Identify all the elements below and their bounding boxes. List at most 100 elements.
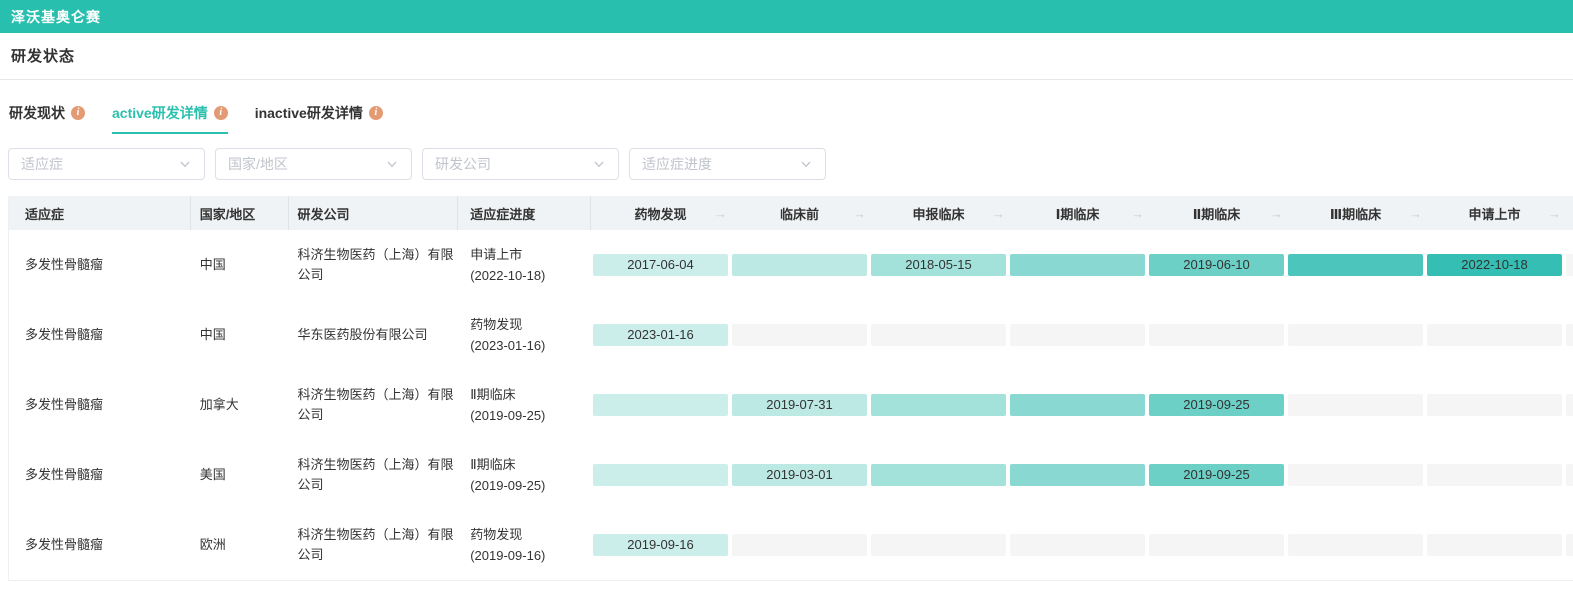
column-header-progress: 适应症进度 — [458, 196, 591, 230]
region-cell: 中国 — [191, 300, 289, 370]
indication-cell: 多发性骨髓瘤 — [9, 300, 191, 370]
stage-cell — [591, 464, 730, 486]
stage-cell — [1008, 394, 1147, 416]
indication-cell: 多发性骨髓瘤 — [9, 230, 191, 300]
stage-bar-empty — [1149, 534, 1284, 556]
stage-cell — [869, 534, 1008, 556]
stage-bar-filled: 2022-10-18 — [1427, 254, 1562, 276]
stage-header-label: 申请上市 — [1468, 204, 1520, 223]
stage-cell — [1564, 324, 1573, 346]
stage-cell — [1564, 394, 1573, 416]
stage-cell: 2019-09-25 — [1147, 464, 1286, 486]
stage-header-clipped — [1564, 196, 1573, 230]
info-icon[interactable]: i — [214, 106, 228, 120]
chevron-down-icon — [178, 157, 192, 171]
stage-bar-empty — [1566, 324, 1573, 346]
stage-cell — [1286, 464, 1425, 486]
stage-bar-empty — [1427, 534, 1562, 556]
select-placeholder: 研发公司 — [435, 154, 592, 174]
tab-label: 研发现状 — [9, 103, 65, 123]
stage-cell: 2019-07-31 — [730, 394, 869, 416]
table-row: 多发性骨髓瘤 欧洲 科济生物医药（上海）有限公司 药物发现 (2019-09-1… — [9, 510, 1573, 580]
stage-bar-empty — [1149, 324, 1284, 346]
arrow-right-icon: → — [853, 206, 866, 221]
indication-cell: 多发性骨髓瘤 — [9, 510, 191, 580]
tab-active-rd-details[interactable]: active研发详情 i — [112, 103, 228, 134]
tab-rd-overview[interactable]: 研发现状 i — [9, 103, 85, 134]
stage-header-label: 药物发现 — [634, 204, 686, 223]
company-cell: 科济生物医药（上海）有限公司 — [289, 370, 459, 440]
stage-header-nda-filed: 申请上市 → — [1425, 196, 1564, 230]
stage-cell — [869, 464, 1008, 486]
stage-bar-empty — [1427, 324, 1562, 346]
stage-cell — [1286, 394, 1425, 416]
stage-cell — [1425, 394, 1564, 416]
stage-bar-filled — [1010, 254, 1145, 276]
stage-cell — [1286, 534, 1425, 556]
stage-cell — [1008, 254, 1147, 276]
stage-bar-empty — [1010, 324, 1145, 346]
stage-bar-filled — [1010, 464, 1145, 486]
info-icon[interactable]: i — [71, 106, 85, 120]
stage-header-label: Ⅲ期临床 — [1330, 204, 1381, 223]
stage-header-label: 临床前 — [780, 204, 819, 223]
region-cell: 美国 — [191, 440, 289, 510]
indication-cell: 多发性骨髓瘤 — [9, 370, 191, 440]
chevron-down-icon — [799, 157, 813, 171]
stage-cell: 2019-09-16 — [591, 534, 730, 556]
stage-bar-filled — [871, 464, 1006, 486]
stage-bar-empty — [1427, 464, 1562, 486]
page: 泽沃基奥仑赛 研发状态 研发现状 i active研发详情 i inactive… — [0, 0, 1573, 591]
region-cell: 加拿大 — [191, 370, 289, 440]
progress-cell: 药物发现 (2019-09-16) — [458, 510, 591, 580]
progress-cell: Ⅱ期临床 (2019-09-25) — [458, 440, 591, 510]
progress-stage: Ⅱ期临床 — [470, 454, 545, 475]
stage-header-ind-filing: 申报临床 → — [869, 196, 1008, 230]
stage-bar-empty — [1010, 534, 1145, 556]
stage-bars: 2023-01-16 — [591, 300, 1573, 370]
table-row: 多发性骨髓瘤 中国 华东医药股份有限公司 药物发现 (2023-01-16) 2… — [9, 300, 1573, 370]
stage-cell: 2019-03-01 — [730, 464, 869, 486]
stage-bar-filled: 2019-09-16 — [593, 534, 728, 556]
stage-cell — [1147, 324, 1286, 346]
select-placeholder: 适应症 — [21, 154, 178, 174]
stage-cell — [1008, 464, 1147, 486]
progress-filter-select[interactable]: 适应症进度 — [629, 148, 826, 180]
region-filter-select[interactable]: 国家/地区 — [215, 148, 412, 180]
stage-bars: 2019-09-16 — [591, 510, 1573, 580]
stage-bar-filled: 2019-03-01 — [732, 464, 867, 486]
stage-bar-filled: 2019-09-25 — [1149, 464, 1284, 486]
stage-cell — [1564, 254, 1573, 276]
stage-bar-empty — [1566, 394, 1573, 416]
progress-stage: 药物发现 — [470, 524, 545, 545]
stage-cell: 2023-01-16 — [591, 324, 730, 346]
arrow-right-icon: → — [1131, 206, 1144, 221]
stage-cell — [1564, 464, 1573, 486]
stage-cell — [730, 324, 869, 346]
arrow-right-icon: → — [1270, 206, 1283, 221]
tab-inactive-rd-details[interactable]: inactive研发详情 i — [255, 103, 383, 134]
stage-bar-empty — [871, 534, 1006, 556]
chevron-down-icon — [385, 157, 399, 171]
company-filter-select[interactable]: 研发公司 — [422, 148, 619, 180]
stage-bar-filled — [593, 464, 728, 486]
stage-cell — [1425, 534, 1564, 556]
progress-cell: Ⅱ期临床 (2019-09-25) — [458, 370, 591, 440]
stage-cell: 2017-06-04 — [591, 254, 730, 276]
stage-bar-filled — [732, 254, 867, 276]
table-row: 多发性骨髓瘤 美国 科济生物医药（上海）有限公司 Ⅱ期临床 (2019-09-2… — [9, 440, 1573, 510]
stage-cell — [730, 254, 869, 276]
indication-filter-select[interactable]: 适应症 — [8, 148, 205, 180]
stage-cell: 2018-05-15 — [869, 254, 1008, 276]
stage-cell — [1286, 324, 1425, 346]
stage-bar-empty — [1427, 394, 1562, 416]
info-icon[interactable]: i — [369, 106, 383, 120]
stage-cell — [591, 394, 730, 416]
stage-cell — [1008, 534, 1147, 556]
select-placeholder: 适应症进度 — [642, 154, 799, 174]
stage-cell — [869, 394, 1008, 416]
table-row: 多发性骨髓瘤 中国 科济生物医药（上海）有限公司 申请上市 (2022-10-1… — [9, 230, 1573, 300]
stage-cell: 2019-09-25 — [1147, 394, 1286, 416]
progress-cell: 药物发现 (2023-01-16) — [458, 300, 591, 370]
stage-cell — [1286, 254, 1425, 276]
